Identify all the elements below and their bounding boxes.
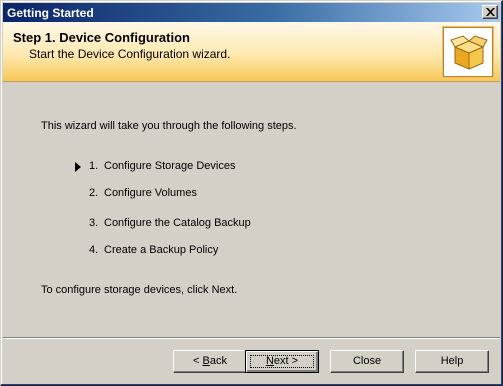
- step-title: Step 1. Device Configuration: [13, 30, 190, 45]
- step-label: Create a Backup Policy: [104, 244, 219, 256]
- step-number: 1.: [89, 160, 99, 172]
- button-separator: [3, 337, 500, 339]
- title-bar[interactable]: Getting Started: [3, 3, 500, 22]
- window-title: Getting Started: [7, 6, 94, 20]
- focus-rectangle: [250, 355, 314, 368]
- close-window-button[interactable]: [482, 5, 498, 19]
- help-button[interactable]: Help: [415, 350, 489, 373]
- step-number: 3.: [89, 217, 99, 229]
- step-item-configure-catalog-backup: 3. Configure the Catalog Backup: [73, 216, 373, 232]
- back-button-accelerator: B: [202, 355, 210, 367]
- next-button[interactable]: Next >: [245, 350, 319, 373]
- step-item-configure-storage-devices: 1. Configure Storage Devices: [73, 159, 373, 175]
- intro-text: This wizard will take you through the fo…: [41, 120, 297, 132]
- back-button-prefix: <: [193, 355, 203, 367]
- step-subtitle: Start the Device Configuration wizard.: [29, 47, 231, 61]
- outro-text: To configure storage devices, click Next…: [41, 284, 238, 296]
- step-label: Configure the Catalog Backup: [104, 217, 251, 229]
- step-number: 2.: [89, 187, 99, 199]
- header-image-frame: [443, 27, 493, 77]
- wizard-header: Step 1. Device Configuration Start the D…: [3, 22, 500, 82]
- back-button-label-rest: ack: [209, 355, 227, 367]
- wizard-content: This wizard will take you through the fo…: [3, 83, 500, 343]
- current-step-arrow-icon: [75, 162, 81, 172]
- step-label: Configure Volumes: [104, 187, 197, 199]
- step-item-configure-volumes: 2. Configure Volumes: [73, 186, 373, 202]
- close-icon: [486, 8, 495, 16]
- package-box-icon: [450, 35, 488, 70]
- back-button[interactable]: < Back: [173, 350, 247, 373]
- step-item-create-backup-policy: 4. Create a Backup Policy: [73, 243, 373, 259]
- wizard-dialog: Getting Started Step 1. Device Configura…: [0, 0, 503, 386]
- step-number: 4.: [89, 244, 99, 256]
- step-label: Configure Storage Devices: [104, 160, 236, 172]
- close-button[interactable]: Close: [330, 350, 404, 373]
